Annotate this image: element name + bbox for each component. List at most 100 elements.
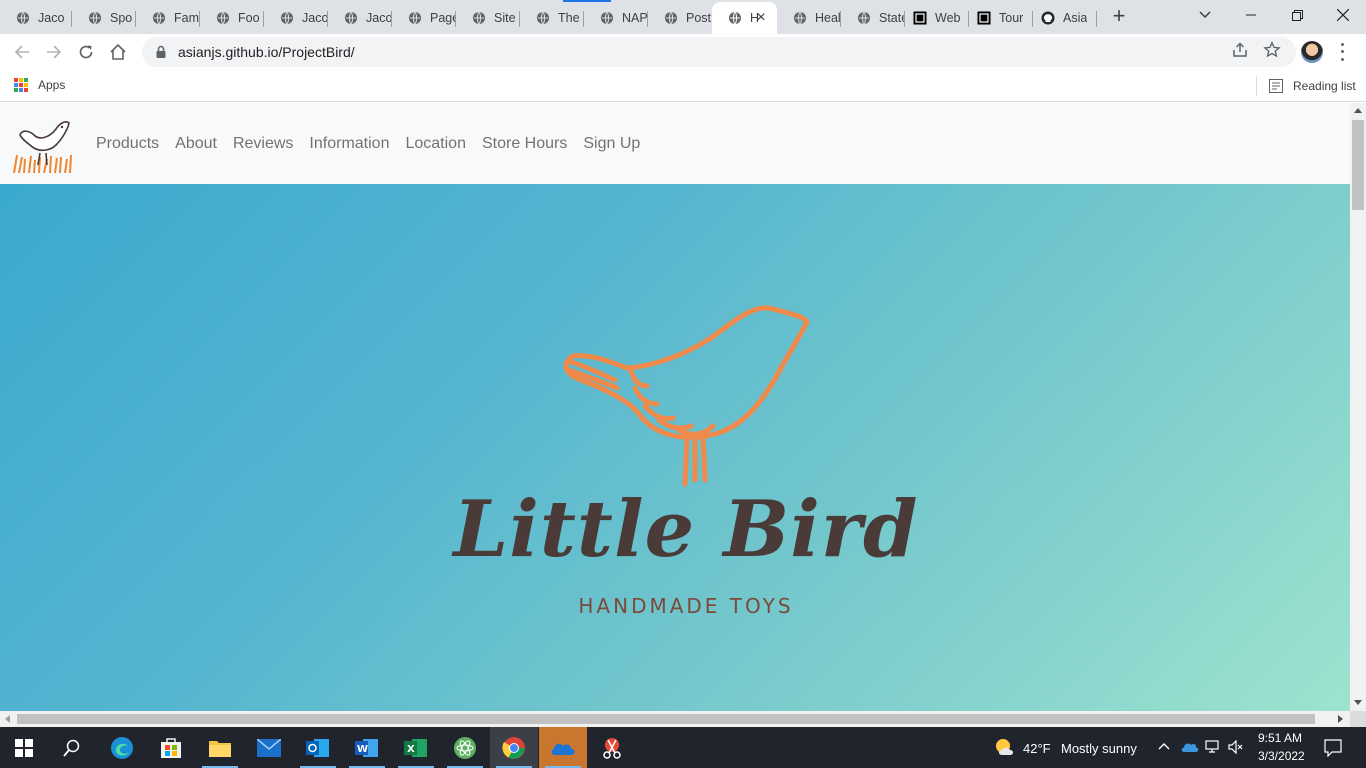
taskbar-chrome[interactable]: [490, 727, 538, 768]
nav-link-sign-up[interactable]: Sign Up: [575, 135, 648, 153]
browser-tab[interactable]: Spo: [72, 2, 136, 34]
horizontal-scrollbar[interactable]: [0, 711, 1350, 727]
tab-title: Site: [494, 11, 516, 25]
vertical-scrollbar[interactable]: [1350, 103, 1366, 711]
restore-button[interactable]: [1274, 0, 1320, 30]
search-button[interactable]: [48, 727, 96, 768]
weather-icon[interactable]: [994, 737, 1016, 757]
site-nav-links: Products About Reviews Information Locat…: [88, 103, 648, 184]
minimize-button[interactable]: [1228, 0, 1274, 30]
tab-title: Post: [686, 11, 712, 25]
taskbar-mail[interactable]: [245, 727, 293, 768]
browser-tab[interactable]: Jaco: [264, 2, 328, 34]
tab-title: The: [558, 11, 580, 25]
scroll-up-arrow-icon[interactable]: [1354, 108, 1362, 113]
weather-temp[interactable]: 42°F: [1023, 741, 1051, 756]
browser-menu-icon[interactable]: [1336, 41, 1348, 63]
browser-tab[interactable]: Page: [392, 2, 456, 34]
store-icon: [161, 737, 181, 758]
new-tab-button[interactable]: +: [1108, 5, 1130, 28]
site-logo[interactable]: [12, 115, 73, 173]
apps-shortcut[interactable]: Apps: [14, 78, 65, 92]
nav-link-reviews[interactable]: Reviews: [225, 135, 301, 153]
profile-avatar[interactable]: [1301, 41, 1323, 63]
url-text[interactable]: asianjs.github.io/ProjectBird/: [178, 44, 355, 60]
tab-title: Tour: [999, 11, 1024, 25]
tab-strip: Jaco Spo Fam Foo Jaco Jaco Page Site The…: [0, 0, 1366, 34]
chevron-up-icon[interactable]: [1158, 742, 1170, 750]
globe-icon: [858, 11, 870, 25]
volume-muted-icon[interactable]: [1228, 740, 1244, 754]
nav-link-products[interactable]: Products: [88, 135, 167, 153]
nav-link-about[interactable]: About: [167, 135, 225, 153]
notion-icon: [913, 11, 927, 25]
tab-search-button[interactable]: [1182, 0, 1228, 30]
taskbar-edge[interactable]: [98, 727, 146, 768]
close-icon: [1337, 9, 1349, 21]
scroll-down-arrow-icon[interactable]: [1354, 700, 1362, 705]
tab-title: NAP: [622, 11, 648, 25]
tab-title: Spo: [110, 11, 133, 25]
reload-button[interactable]: [74, 40, 98, 64]
nav-link-information[interactable]: Information: [301, 135, 397, 153]
browser-tab[interactable]: Asia: [1033, 2, 1097, 34]
weather-desc[interactable]: Mostly sunny: [1061, 741, 1137, 756]
taskbar-excel[interactable]: X: [392, 727, 440, 768]
notifications-icon[interactable]: [1324, 739, 1342, 757]
home-button[interactable]: [106, 40, 130, 64]
browser-tab[interactable]: Tour: [969, 2, 1033, 34]
browser-tab[interactable]: The: [520, 2, 584, 34]
browser-tab[interactable]: Jaco: [0, 2, 72, 34]
start-button[interactable]: [0, 727, 48, 768]
onedrive-tray-icon[interactable]: [1181, 741, 1199, 753]
close-tab-icon[interactable]: ×: [753, 10, 769, 26]
windows-logo-icon: [15, 738, 33, 757]
bird-illustration: [563, 305, 810, 487]
clock-date[interactable]: 3/3/2022: [1258, 749, 1305, 763]
scroll-left-arrow-icon[interactable]: [5, 715, 10, 723]
chevron-down-icon: [1199, 11, 1211, 19]
nav-link-location[interactable]: Location: [397, 135, 474, 153]
taskbar-store[interactable]: [147, 727, 195, 768]
taskbar-atom[interactable]: [441, 727, 489, 768]
browser-tab[interactable]: State: [841, 2, 905, 34]
home-icon: [110, 43, 126, 60]
taskbar-snipping-tool[interactable]: [588, 727, 636, 768]
vertical-scroll-thumb[interactable]: [1352, 120, 1364, 210]
reading-list-icon: [1269, 79, 1283, 93]
taskbar-onedrive[interactable]: [539, 727, 587, 768]
scissors-icon: [603, 737, 621, 759]
browser-tab[interactable]: NAP: [584, 2, 648, 34]
taskbar-outlook[interactable]: [294, 727, 342, 768]
lock-icon[interactable]: [154, 45, 168, 59]
network-icon[interactable]: [1205, 740, 1221, 754]
notion-icon: [977, 11, 991, 25]
browser-tab[interactable]: Post: [648, 2, 712, 34]
forward-button[interactable]: [42, 40, 66, 64]
reading-list-button[interactable]: Reading list: [1256, 76, 1356, 96]
apps-grid-icon: [14, 78, 28, 92]
close-window-button[interactable]: [1320, 0, 1366, 30]
browser-tab[interactable]: Foo: [200, 2, 264, 34]
browser-tab-active[interactable]: H ×: [712, 2, 777, 34]
tab-title: Page: [430, 11, 456, 25]
share-icon[interactable]: [1231, 41, 1249, 59]
tab-title: Heal: [815, 11, 841, 25]
browser-tab[interactable]: Jaco: [328, 2, 392, 34]
taskbar-word[interactable]: W: [343, 727, 391, 768]
bookmarks-bar: Apps Reading list: [0, 70, 1366, 102]
address-bar[interactable]: asianjs.github.io/ProjectBird/: [142, 37, 1296, 67]
taskbar-file-explorer[interactable]: [196, 727, 244, 768]
browser-tab[interactable]: Fam: [136, 2, 200, 34]
restore-icon: [1291, 9, 1303, 21]
globe-icon: [665, 11, 677, 25]
clock-time[interactable]: 9:51 AM: [1258, 731, 1302, 745]
scroll-right-arrow-icon[interactable]: [1338, 715, 1343, 723]
bookmark-star-icon[interactable]: [1263, 41, 1281, 59]
back-button[interactable]: [10, 40, 34, 64]
browser-tab[interactable]: Web: [905, 2, 969, 34]
browser-tab[interactable]: Heal: [777, 2, 841, 34]
nav-link-store-hours[interactable]: Store Hours: [474, 135, 575, 153]
horizontal-scroll-thumb[interactable]: [17, 714, 1315, 724]
browser-tab[interactable]: Site: [456, 2, 520, 34]
